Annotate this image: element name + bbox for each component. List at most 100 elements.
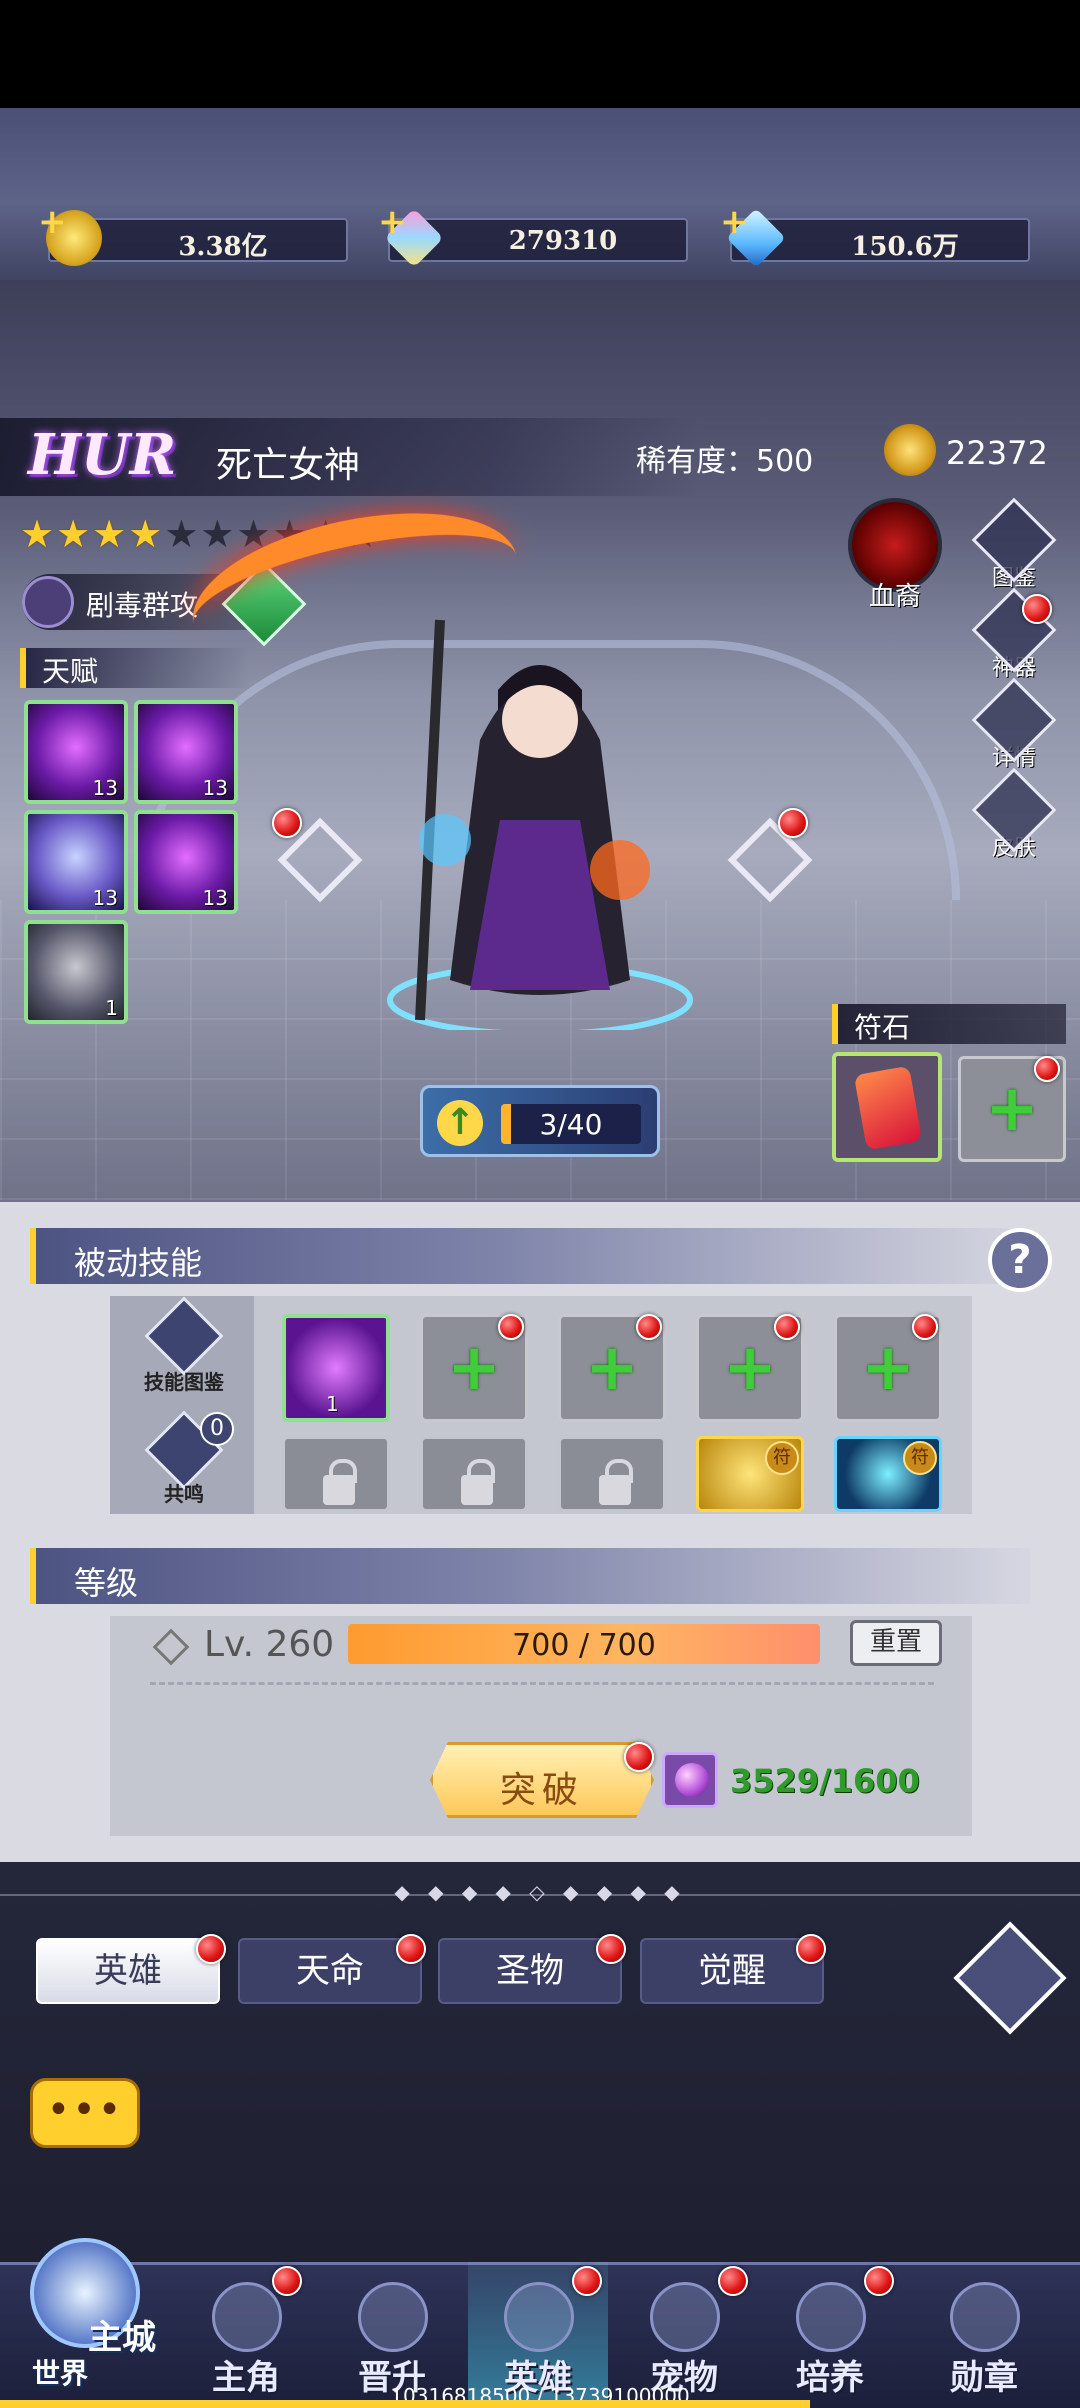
plus-icon[interactable]: + bbox=[378, 202, 407, 242]
resonance-count: 0 bbox=[200, 1412, 234, 1446]
skill-level: 1 bbox=[326, 1392, 339, 1416]
detail-button[interactable]: 详情 bbox=[971, 677, 1057, 776]
star-filled-icon: ★ bbox=[92, 512, 127, 556]
power-value: 22372 bbox=[946, 434, 1048, 472]
plus-icon[interactable]: + bbox=[720, 202, 749, 242]
skin-button[interactable]: 皮肤 bbox=[971, 767, 1057, 866]
status-bar bbox=[0, 0, 1080, 108]
purple-orb-icon bbox=[662, 1752, 718, 1808]
medal-icon bbox=[950, 2282, 1020, 2352]
tab-relic[interactable]: 圣物 bbox=[438, 1938, 622, 2004]
world-label: 世界 bbox=[32, 2357, 89, 2390]
talent-level: 13 bbox=[202, 776, 228, 800]
skill-codex-button[interactable]: 技能图鉴 bbox=[142, 1296, 226, 1394]
diamond-currency[interactable]: + 150.6万 bbox=[720, 202, 1030, 268]
breakthrough-button[interactable]: 突破 bbox=[430, 1742, 654, 1818]
resonance-button[interactable]: 共鸣 0 bbox=[142, 1410, 234, 1506]
crystal-currency[interactable]: + 279310 bbox=[378, 202, 688, 268]
account-exp-bar bbox=[0, 2400, 810, 2408]
seal-badge: 符 bbox=[765, 1441, 799, 1475]
star-filled-icon: ★ bbox=[128, 512, 163, 556]
lock-icon bbox=[323, 1459, 357, 1505]
chat-button[interactable]: ••• bbox=[30, 2078, 140, 2148]
diamond-value: 150.6万 bbox=[851, 232, 959, 262]
star-filled-icon: ★ bbox=[20, 512, 55, 556]
plus-icon: + bbox=[861, 1331, 915, 1405]
crown-icon bbox=[884, 424, 936, 476]
gold-currency[interactable]: + 3.38亿 bbox=[38, 202, 348, 266]
star-filled-icon: ★ bbox=[56, 512, 91, 556]
pet-label: 血裔 bbox=[868, 582, 921, 612]
reset-button[interactable]: 重置 bbox=[850, 1620, 942, 1666]
tab-destiny[interactable]: 天命 bbox=[238, 1938, 422, 2004]
notification-dot bbox=[272, 2266, 302, 2296]
notification-dot bbox=[498, 1314, 524, 1340]
rarity-label: 稀有度：500 bbox=[636, 444, 814, 479]
talent-slot[interactable]: 13 bbox=[134, 810, 238, 914]
skill-codex-label: 技能图鉴 bbox=[144, 1370, 224, 1394]
notification-dot bbox=[1034, 1056, 1060, 1082]
nav-label: 培养 bbox=[796, 2358, 864, 2398]
star-empty-icon: ★ bbox=[164, 512, 199, 556]
train-icon bbox=[796, 2282, 866, 2352]
notification-dot bbox=[912, 1314, 938, 1340]
nav-label: 主角 bbox=[212, 2358, 280, 2398]
talent-level: 13 bbox=[92, 886, 118, 910]
hero-name: 死亡女神 bbox=[216, 445, 361, 486]
rune-header: 符石 bbox=[832, 1004, 1066, 1044]
plus-icon: + bbox=[723, 1331, 777, 1405]
passive-skill-title: 被动技能 bbox=[74, 1244, 203, 1282]
star-empty-icon: ★ bbox=[200, 512, 235, 556]
locked-skill-slot[interactable] bbox=[558, 1436, 666, 1512]
help-button[interactable]: ? bbox=[988, 1228, 1052, 1292]
passive-skill-header: 被动技能 bbox=[30, 1228, 1030, 1284]
exp-bar: 700 / 700 bbox=[348, 1624, 820, 1664]
promotion-icon bbox=[358, 2282, 428, 2352]
resonance-label: 共鸣 bbox=[164, 1482, 204, 1506]
rarity-tier-badge: HUR bbox=[28, 422, 177, 488]
divider bbox=[150, 1682, 934, 1685]
home-castle-button[interactable]: 主城 世界 bbox=[10, 2218, 160, 2390]
exp-text: 700 / 700 bbox=[512, 1628, 656, 1663]
talent-level: 13 bbox=[92, 776, 118, 800]
orb-count: 3529/1600 bbox=[730, 1762, 920, 1800]
talent-title: 天赋 bbox=[42, 655, 99, 688]
notification-dot bbox=[396, 1934, 426, 1964]
talent-slot[interactable]: 1 bbox=[24, 920, 128, 1024]
locked-skill-slot[interactable] bbox=[420, 1436, 528, 1512]
tab-hero[interactable]: 英雄 bbox=[36, 1938, 220, 2004]
level-header: 等级 bbox=[30, 1548, 1030, 1604]
talent-level: 1 bbox=[105, 996, 118, 1020]
lock-icon bbox=[461, 1459, 495, 1505]
talent-slot[interactable]: 13 bbox=[134, 700, 238, 804]
rune-title: 符石 bbox=[854, 1011, 911, 1044]
notification-dot bbox=[796, 1934, 826, 1964]
notification-dot bbox=[778, 808, 808, 838]
pet-icon bbox=[650, 2282, 720, 2352]
plus-icon: + bbox=[985, 1072, 1039, 1146]
home-label: 主城 bbox=[88, 2318, 156, 2358]
crystal-value: 279310 bbox=[508, 226, 618, 256]
level-value: Lv. 260 bbox=[204, 1624, 335, 1665]
advance-progress[interactable]: ↑ 3/40 bbox=[420, 1085, 660, 1157]
locked-skill-slot[interactable] bbox=[282, 1436, 390, 1512]
notification-dot bbox=[636, 1314, 662, 1340]
passive-skill-slot[interactable]: 1 bbox=[282, 1314, 390, 1422]
plus-icon[interactable]: + bbox=[38, 202, 67, 242]
codex-button[interactable]: 图鉴 bbox=[971, 497, 1057, 596]
notification-dot bbox=[718, 2266, 748, 2296]
hero-character[interactable] bbox=[380, 600, 700, 1030]
talent-slot[interactable]: 13 bbox=[24, 700, 128, 804]
sealed-skill-slot[interactable]: 符 bbox=[696, 1436, 804, 1512]
nav-label: 勋章 bbox=[950, 2358, 1018, 2398]
talent-level: 13 bbox=[202, 886, 228, 910]
sealed-skill-slot[interactable]: 符 bbox=[834, 1436, 942, 1512]
notification-dot bbox=[596, 1934, 626, 1964]
nav-medal[interactable]: 勋章 bbox=[914, 2262, 1054, 2408]
advance-progress-text: 3/40 bbox=[539, 1108, 603, 1141]
skill-type-icon bbox=[22, 576, 74, 628]
protagonist-icon bbox=[212, 2282, 282, 2352]
notification-dot bbox=[774, 1314, 800, 1340]
talent-slot[interactable]: 13 bbox=[24, 810, 128, 914]
helmet-icon bbox=[504, 2282, 574, 2352]
